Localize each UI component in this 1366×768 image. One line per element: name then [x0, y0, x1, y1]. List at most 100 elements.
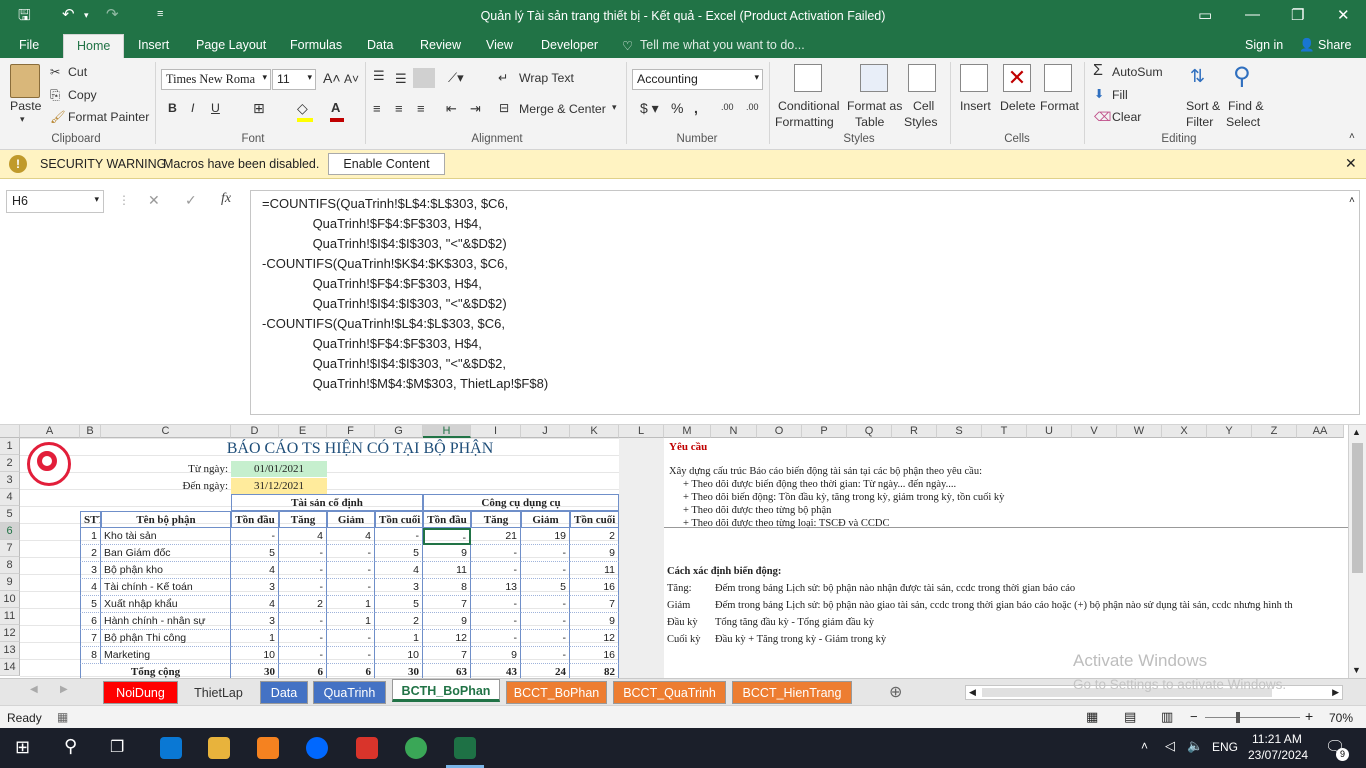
- table-cell[interactable]: 7: [80, 630, 101, 647]
- close-icon[interactable]: ✕: [1337, 6, 1350, 24]
- delete-cells-button[interactable]: Delete: [1000, 99, 1036, 113]
- bold-icon[interactable]: B: [168, 101, 177, 115]
- table-cell[interactable]: 3: [231, 613, 279, 630]
- edge-icon[interactable]: [160, 737, 182, 759]
- worksheet-grid[interactable]: A B C D E F G H I J K L M N O P Q R S T U V W X Y Z AA 1 2 3 4 5 6 7 8 9 10…: [0, 425, 1366, 681]
- table-cell[interactable]: Bộ phận Thi công: [101, 630, 231, 647]
- column-header[interactable]: K: [570, 425, 619, 438]
- scroll-left-icon[interactable]: ◀: [969, 687, 976, 698]
- sheet-tab[interactable]: Data: [260, 681, 308, 704]
- orientation-icon[interactable]: ⟋▾: [448, 70, 464, 86]
- table-cell[interactable]: 10: [231, 647, 279, 664]
- paste-button[interactable]: Paste: [10, 99, 41, 113]
- table-cell[interactable]: -: [231, 528, 279, 545]
- scroll-down-icon[interactable]: ▼: [1352, 665, 1361, 675]
- table-cell[interactable]: Marketing: [101, 647, 231, 664]
- windows-start-icon[interactable]: ⊞: [15, 737, 30, 758]
- number-format-select[interactable]: Accounting ▾: [632, 69, 763, 90]
- collapse-formula-icon[interactable]: ˄: [1349, 195, 1355, 206]
- column-header[interactable]: AA: [1297, 425, 1344, 438]
- table-cell[interactable]: -: [279, 647, 327, 664]
- format-cells-button[interactable]: Format: [1040, 99, 1079, 113]
- underline-icon[interactable]: U: [211, 101, 220, 115]
- row-header[interactable]: 3: [0, 472, 20, 489]
- decrease-decimal-icon[interactable]: .00: [746, 102, 759, 112]
- table-cell[interactable]: 10: [375, 647, 423, 664]
- column-header[interactable]: V: [1072, 425, 1117, 438]
- decrease-indent-icon[interactable]: ⇤: [446, 101, 457, 117]
- sort-filter-button[interactable]: Sort &: [1186, 99, 1220, 113]
- close-warning-icon[interactable]: ✕: [1345, 155, 1357, 172]
- table-cell[interactable]: -: [327, 630, 375, 647]
- column-header[interactable]: N: [711, 425, 757, 438]
- clock-time[interactable]: 11:21 AM: [1252, 732, 1302, 746]
- table-cell[interactable]: -: [423, 528, 471, 545]
- align-bottom-icon[interactable]: [413, 68, 435, 88]
- column-header[interactable]: Q: [847, 425, 892, 438]
- table-cell[interactable]: -: [279, 545, 327, 562]
- tab-page-layout[interactable]: Page Layout: [196, 38, 266, 52]
- zoom-in-icon[interactable]: +: [1305, 708, 1313, 724]
- table-cell[interactable]: -: [521, 647, 570, 664]
- table-cell[interactable]: Tài chính - Kế toán: [101, 579, 231, 596]
- table-cell[interactable]: 5: [80, 596, 101, 613]
- column-header[interactable]: H: [423, 425, 471, 438]
- zoom-slider-thumb[interactable]: [1236, 712, 1240, 723]
- borders-icon[interactable]: ⊞: [253, 100, 265, 117]
- cut-button[interactable]: Cut: [68, 65, 87, 79]
- tab-data[interactable]: Data: [367, 38, 393, 52]
- tab-developer[interactable]: Developer: [541, 38, 598, 52]
- align-center-icon[interactable]: ≡: [395, 101, 403, 116]
- tab-insert[interactable]: Insert: [138, 38, 169, 52]
- fill-color-icon[interactable]: ◇: [297, 100, 308, 117]
- font-name-select[interactable]: Times New Roma ▾: [161, 69, 271, 90]
- clear-button[interactable]: Clear: [1112, 110, 1141, 124]
- table-cell[interactable]: 7: [423, 647, 471, 664]
- table-cell[interactable]: 6: [80, 613, 101, 630]
- table-cell[interactable]: 21: [471, 528, 521, 545]
- table-cell[interactable]: 5: [231, 545, 279, 562]
- table-cell[interactable]: -: [327, 562, 375, 579]
- tab-formulas[interactable]: Formulas: [290, 38, 342, 52]
- collapse-ribbon-icon[interactable]: ˄: [1349, 131, 1355, 142]
- tab-review[interactable]: Review: [420, 38, 461, 52]
- row-header[interactable]: 8: [0, 557, 20, 574]
- table-cell[interactable]: 2: [80, 545, 101, 562]
- scroll-up-icon[interactable]: ▲: [1352, 427, 1361, 437]
- zalo-icon[interactable]: [306, 737, 328, 759]
- row-header[interactable]: 9: [0, 574, 20, 591]
- shrink-font-icon[interactable]: A˅: [344, 72, 359, 86]
- sheet-tab[interactable]: ThietLap: [181, 681, 256, 704]
- language-indicator[interactable]: ENG: [1212, 740, 1238, 754]
- align-middle-icon[interactable]: ☰: [395, 71, 407, 87]
- column-header[interactable]: L: [619, 425, 664, 438]
- tab-view[interactable]: View: [486, 38, 513, 52]
- table-cell[interactable]: 4: [279, 528, 327, 545]
- cell-styles-label2[interactable]: Styles: [904, 115, 938, 129]
- format-as-table-button[interactable]: Format as: [847, 99, 902, 113]
- column-header[interactable]: I: [471, 425, 521, 438]
- column-header[interactable]: T: [982, 425, 1027, 438]
- tab-file[interactable]: File: [19, 38, 39, 52]
- table-cell[interactable]: Xuất nhập khẩu: [101, 596, 231, 613]
- paste-dropdown-icon[interactable]: ▾: [20, 114, 25, 125]
- row-header[interactable]: 14: [0, 659, 20, 676]
- column-header[interactable]: O: [757, 425, 802, 438]
- table-cell[interactable]: -: [521, 545, 570, 562]
- column-header[interactable]: W: [1117, 425, 1162, 438]
- align-right-icon[interactable]: ≡: [417, 101, 425, 116]
- vertical-scrollbar[interactable]: ▲ ▼: [1348, 425, 1366, 678]
- delete-cells-icon[interactable]: ✕: [1003, 64, 1031, 92]
- row-header[interactable]: 13: [0, 642, 20, 659]
- table-cell[interactable]: -: [375, 528, 423, 545]
- prev-sheet-icon[interactable]: ◀: [30, 684, 38, 695]
- table-cell[interactable]: 4: [231, 596, 279, 613]
- zoom-slider[interactable]: [1205, 717, 1300, 718]
- table-cell[interactable]: 3: [375, 579, 423, 596]
- table-cell[interactable]: 4: [231, 562, 279, 579]
- table-cell[interactable]: 19: [521, 528, 570, 545]
- merge-center-button[interactable]: Merge & Center: [519, 102, 606, 116]
- column-header[interactable]: U: [1027, 425, 1072, 438]
- page-layout-view-icon[interactable]: ▤: [1124, 709, 1136, 725]
- horizontal-scrollbar[interactable]: ◀ ▶: [965, 685, 1343, 700]
